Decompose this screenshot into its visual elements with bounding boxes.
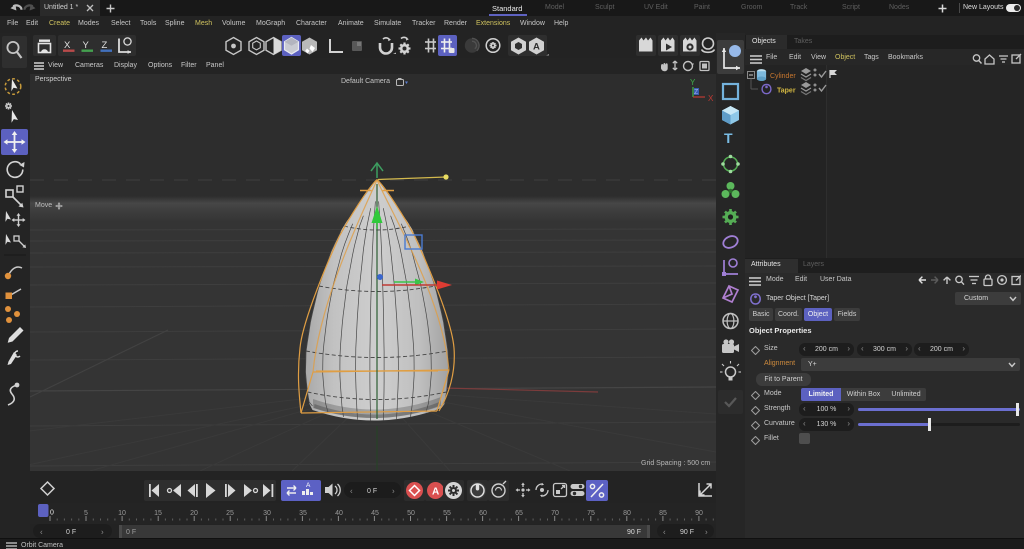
svg-text:‹: ‹ xyxy=(40,528,43,537)
svg-text:‹: ‹ xyxy=(663,528,666,537)
svg-text:›: › xyxy=(392,487,395,496)
svg-text:65: 65 xyxy=(515,510,523,517)
svg-text:Z: Z xyxy=(102,40,108,51)
svg-text:80: 80 xyxy=(623,510,631,517)
svg-text:85: 85 xyxy=(659,510,667,517)
svg-text:45: 45 xyxy=(371,510,379,517)
svg-text:Z: Z xyxy=(694,89,699,96)
svg-text:5: 5 xyxy=(84,510,88,517)
svg-text:A: A xyxy=(533,42,540,53)
svg-text:10: 10 xyxy=(118,510,126,517)
svg-text:20: 20 xyxy=(190,510,198,517)
svg-text:0 F: 0 F xyxy=(367,488,377,495)
svg-text:50: 50 xyxy=(407,510,415,517)
svg-text:35: 35 xyxy=(299,510,307,517)
svg-text:X: X xyxy=(708,94,714,103)
svg-text:T: T xyxy=(724,130,733,146)
svg-text:›: › xyxy=(705,528,708,537)
svg-text:A: A xyxy=(432,487,439,498)
svg-text:Y: Y xyxy=(690,78,696,87)
svg-text:X: X xyxy=(64,40,71,51)
svg-text:0 F: 0 F xyxy=(126,529,136,536)
svg-text:0: 0 xyxy=(50,510,54,517)
svg-text:55: 55 xyxy=(443,510,451,517)
svg-text:90 F: 90 F xyxy=(627,529,641,536)
svg-text:30: 30 xyxy=(263,510,271,517)
svg-text:Cylinder: Cylinder xyxy=(770,73,796,80)
svg-text:70: 70 xyxy=(551,510,559,517)
svg-text:0 F: 0 F xyxy=(66,529,76,536)
svg-text:Y: Y xyxy=(83,40,90,51)
svg-text:60: 60 xyxy=(479,510,487,517)
svg-text:40: 40 xyxy=(335,510,343,517)
svg-text:Taper: Taper xyxy=(777,88,796,95)
svg-text:‹: ‹ xyxy=(350,487,353,496)
svg-text:90 F: 90 F xyxy=(680,529,694,536)
svg-text:A: A xyxy=(306,482,311,489)
svg-text:25: 25 xyxy=(226,510,234,517)
svg-text:15: 15 xyxy=(154,510,162,517)
svg-text:75: 75 xyxy=(587,510,595,517)
svg-text:90: 90 xyxy=(695,510,703,517)
svg-text:›: › xyxy=(101,528,104,537)
